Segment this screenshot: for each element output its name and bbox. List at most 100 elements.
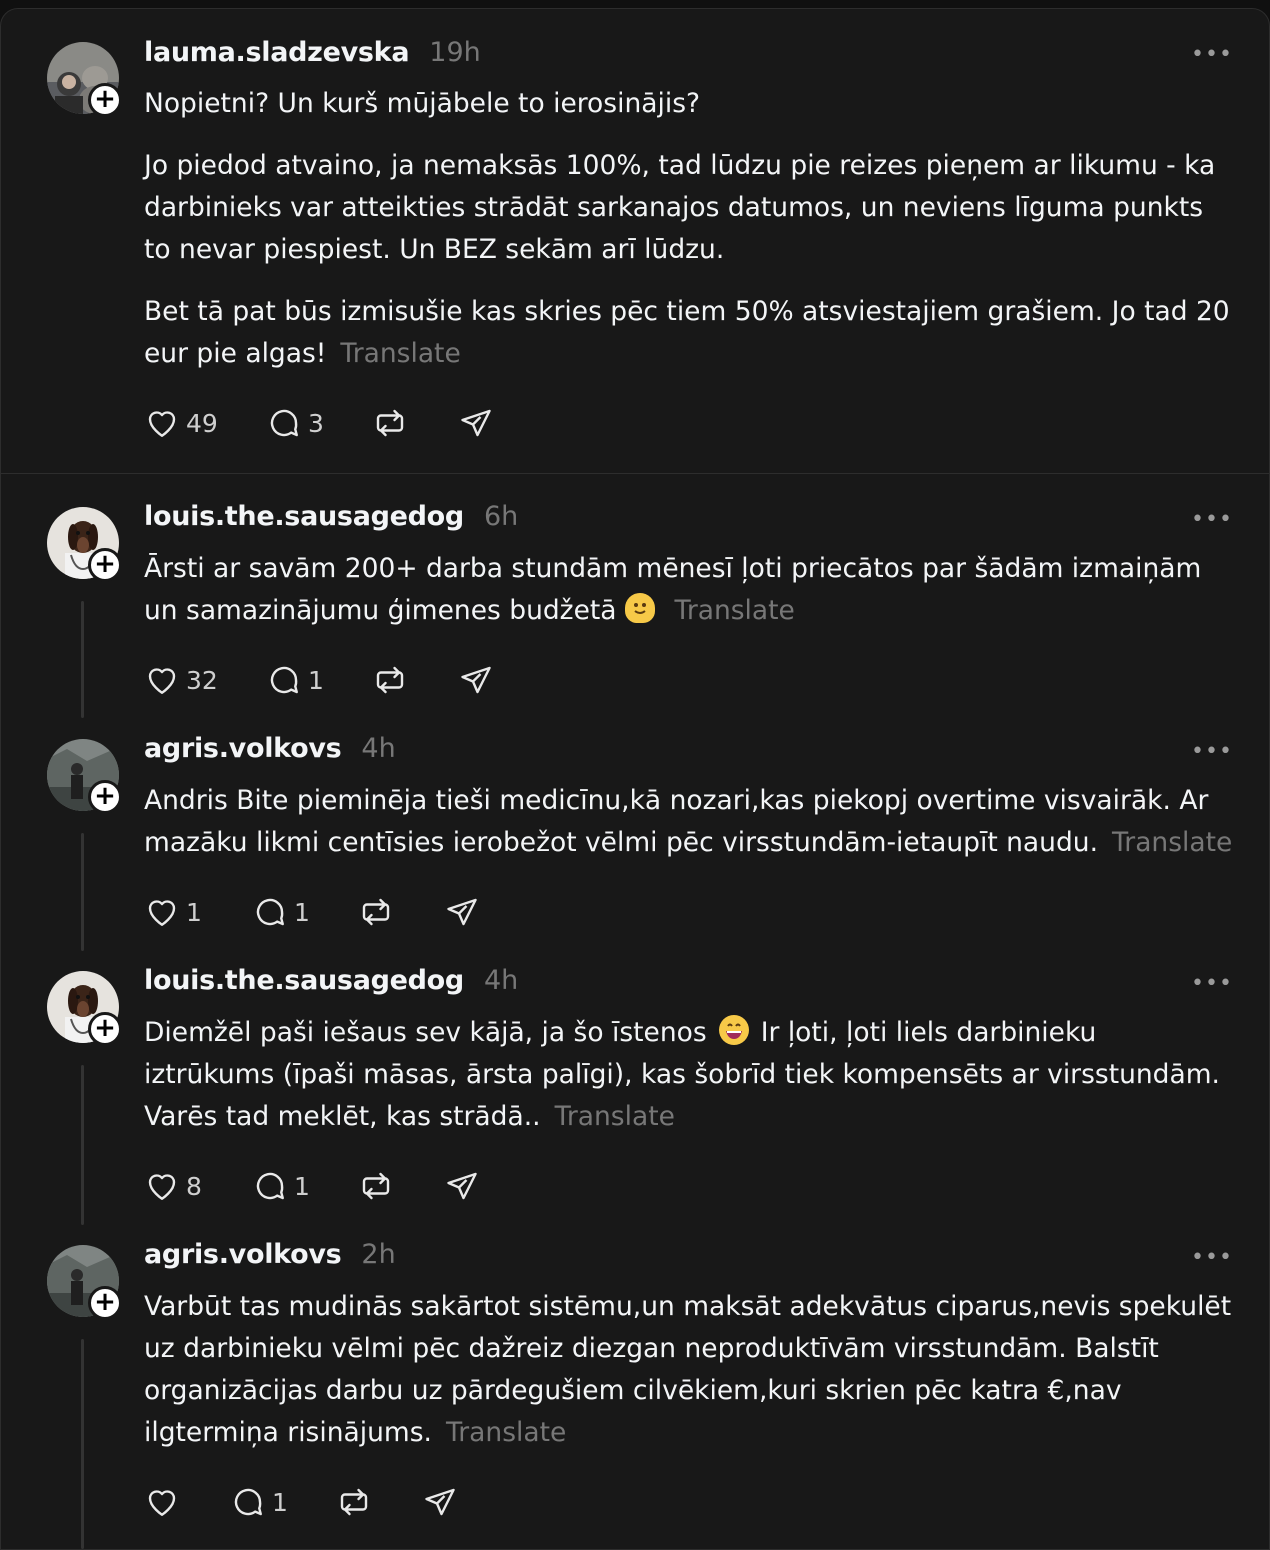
send-icon: [461, 666, 491, 694]
post-body: Andris Bite pieminēja tieši medicīnu,kā …: [144, 780, 1234, 864]
translate-link[interactable]: Translate: [340, 338, 460, 369]
repost-button[interactable]: [358, 894, 444, 930]
action-bar: 1: [144, 1482, 458, 1522]
timestamp[interactable]: 4h: [484, 965, 518, 996]
heart-icon: [148, 411, 176, 437]
like-button[interactable]: 49: [144, 405, 266, 441]
post-text: Ārsti ar savām 200+ darba stundām mēnesī…: [144, 548, 1234, 632]
post-text: Jo piedod atvaino, ja nemaksās 100%, tad…: [144, 150, 1216, 265]
post-header: louis.the.sausagedog 4h: [144, 965, 518, 1005]
username[interactable]: lauma.sladzevska: [144, 37, 410, 68]
repost-button[interactable]: [336, 1484, 422, 1520]
send-icon: [447, 898, 477, 926]
share-button[interactable]: [444, 894, 480, 930]
comment-icon: [234, 1488, 262, 1516]
translate-link[interactable]: Translate: [446, 1417, 566, 1448]
action-bar: 8 1: [144, 1166, 480, 1206]
like-count: 8: [186, 1171, 202, 1201]
more-options-icon[interactable]: •••: [1191, 509, 1232, 531]
repost-icon: [362, 898, 390, 926]
username[interactable]: agris.volkovs: [144, 1239, 342, 1270]
heart-icon: [148, 900, 176, 926]
username[interactable]: louis.the.sausagedog: [144, 501, 464, 532]
follow-plus-icon[interactable]: +: [88, 548, 122, 582]
post-header: lauma.sladzevska 19h: [144, 37, 481, 77]
follow-plus-icon[interactable]: +: [88, 1012, 122, 1046]
repost-button[interactable]: [372, 405, 458, 441]
thread-line: [81, 1065, 84, 1225]
reply-button[interactable]: 1: [230, 1484, 336, 1520]
thread-line: [81, 601, 84, 718]
like-count: 49: [186, 408, 218, 438]
like-button[interactable]: 1: [144, 894, 252, 930]
more-options-icon[interactable]: •••: [1191, 44, 1232, 66]
username[interactable]: louis.the.sausagedog: [144, 965, 464, 996]
like-button[interactable]: [144, 1484, 230, 1520]
post-body: Varbūt tas mudinās sakārtot sistēmu,un m…: [144, 1286, 1234, 1454]
reply-button[interactable]: 3: [266, 405, 372, 441]
translate-link[interactable]: Translate: [555, 1101, 675, 1132]
post-text-line: Ārsti ar savām 200+ darba stundām mēnesī…: [144, 553, 1202, 626]
reply-button[interactable]: 1: [252, 894, 358, 930]
repost-icon: [376, 666, 404, 694]
reply-button[interactable]: 1: [266, 662, 372, 698]
post-header: louis.the.sausagedog 6h: [144, 501, 518, 541]
send-icon: [461, 409, 491, 437]
grinning-face-emoji: [718, 1015, 749, 1045]
thread-line: [81, 1339, 84, 1549]
reply-count: 1: [272, 1487, 288, 1517]
like-button[interactable]: 32: [144, 662, 266, 698]
like-count: 1: [186, 897, 202, 927]
share-button[interactable]: [458, 662, 494, 698]
reply-button[interactable]: 1: [252, 1168, 358, 1204]
heart-icon: [148, 1490, 176, 1516]
post-text: Nopietni? Un kurš mūjābele to ierosināji…: [144, 88, 701, 119]
more-options-icon[interactable]: •••: [1191, 973, 1232, 995]
heart-icon: [148, 668, 176, 694]
follow-plus-icon[interactable]: +: [88, 1286, 122, 1320]
timestamp[interactable]: 6h: [484, 501, 518, 532]
repost-button[interactable]: [358, 1168, 444, 1204]
post-text: Diemžēl paši iešaus sev kājā, ja šo īste…: [144, 1012, 1234, 1138]
post-text-line: Bet tā pat būs izmisušie kas skries pēc …: [144, 296, 1230, 369]
follow-plus-icon[interactable]: +: [88, 83, 122, 117]
repost-icon: [362, 1172, 390, 1200]
share-button[interactable]: [422, 1484, 458, 1520]
post-text: Andris Bite pieminēja tieši medicīnu,kā …: [144, 780, 1234, 864]
follow-plus-icon[interactable]: +: [88, 780, 122, 814]
more-options-icon[interactable]: •••: [1191, 1247, 1232, 1269]
reply-count: 1: [294, 1171, 310, 1201]
heart-icon: [148, 1174, 176, 1200]
more-options-icon[interactable]: •••: [1191, 741, 1232, 763]
timestamp[interactable]: 19h: [429, 37, 480, 68]
post-text: Bet tā pat būs izmisušie kas skries pēc …: [144, 291, 1234, 375]
repost-icon: [340, 1488, 368, 1516]
comment-icon: [256, 898, 284, 926]
post-body: Ārsti ar savām 200+ darba stundām mēnesī…: [144, 548, 1234, 632]
send-icon: [447, 1172, 477, 1200]
action-bar: 1 1: [144, 892, 480, 932]
post-text-line: Andris Bite pieminēja tieši medicīnu,kā …: [144, 785, 1209, 858]
repost-icon: [376, 409, 404, 437]
send-icon: [425, 1488, 455, 1516]
timestamp[interactable]: 4h: [361, 733, 395, 764]
post-divider: [1, 473, 1269, 474]
post-text-line: Varbūt tas mudinās sakārtot sistēmu,un m…: [144, 1291, 1232, 1448]
post-body: Diemžēl paši iešaus sev kājā, ja šo īste…: [144, 1012, 1234, 1138]
like-button[interactable]: 8: [144, 1168, 252, 1204]
translate-link[interactable]: Translate: [1112, 827, 1232, 858]
action-bar: 32 1: [144, 660, 494, 700]
reply-count: 1: [294, 897, 310, 927]
post-text-line: Diemžēl paši iešaus sev kājā, ja šo īste…: [144, 1017, 707, 1048]
share-button[interactable]: [458, 405, 494, 441]
repost-button[interactable]: [372, 662, 458, 698]
translate-link[interactable]: Translate: [675, 595, 795, 626]
reply-count: 3: [308, 408, 324, 438]
timestamp[interactable]: 2h: [361, 1239, 395, 1270]
share-button[interactable]: [444, 1168, 480, 1204]
post-text: Varbūt tas mudinās sakārtot sistēmu,un m…: [144, 1286, 1234, 1454]
post-header: agris.volkovs 2h: [144, 1239, 396, 1279]
comment-icon: [256, 1172, 284, 1200]
post-body: Nopietni? Un kurš mūjābele to ierosināji…: [144, 83, 1234, 375]
username[interactable]: agris.volkovs: [144, 733, 342, 764]
